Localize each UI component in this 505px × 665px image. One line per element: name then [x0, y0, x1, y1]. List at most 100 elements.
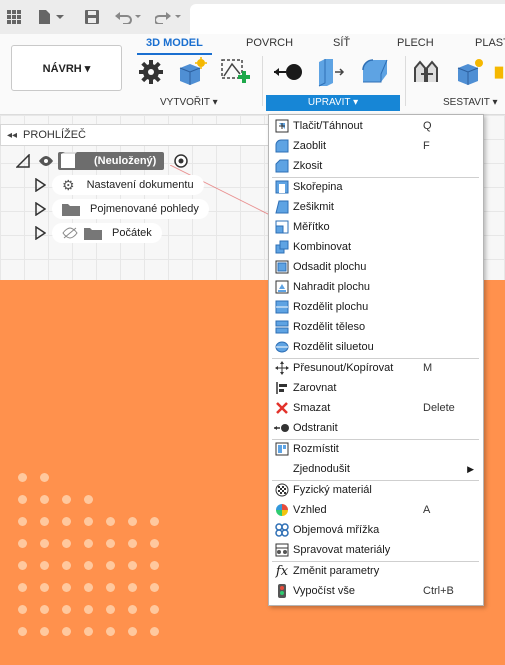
- menu-item-press-pull[interactable]: Tlačit/Táhnout Q: [269, 116, 483, 136]
- menu-item-label: Spravovat materiály: [293, 544, 391, 556]
- decorative-dot: [62, 517, 71, 526]
- apps-grid-icon[interactable]: [4, 7, 24, 27]
- ribbon: NÁVRH ▾ 3D MODEL POVRCH SÍŤ PLECH PLAST …: [0, 34, 505, 115]
- component-icon: [61, 152, 77, 168]
- menu-item-shortcut: Ctrl+B: [423, 585, 454, 597]
- menu-item-shell[interactable]: Skořepina: [269, 177, 483, 197]
- expand-triangle-icon[interactable]: [34, 178, 46, 192]
- collapse-browser-icon[interactable]: ◂◂: [7, 130, 17, 141]
- decorative-dot: [106, 539, 115, 548]
- menu-item-simplify[interactable]: Zjednodušit ▶: [269, 459, 483, 479]
- menu-item-label: Fyzický materiál: [293, 484, 372, 496]
- tab-sheet-metal[interactable]: PLECH: [397, 37, 434, 53]
- document-tab[interactable]: [190, 4, 505, 34]
- menu-item-remove[interactable]: Odstranit: [269, 418, 483, 438]
- save-icon[interactable]: [82, 7, 102, 27]
- decorative-dot: [18, 583, 27, 592]
- redo-icon[interactable]: [154, 7, 184, 27]
- quick-access-toolbar: [0, 0, 505, 34]
- browser-item-label: Počátek: [112, 227, 152, 239]
- more-assemble-icon[interactable]: [493, 56, 505, 88]
- collapse-triangle-icon[interactable]: [16, 154, 30, 168]
- expand-triangle-icon[interactable]: [34, 226, 46, 240]
- new-assembly-component-icon[interactable]: [454, 56, 486, 88]
- browser-root-row[interactable]: (Neuložený): [16, 151, 189, 171]
- remove-tool-icon[interactable]: [272, 56, 304, 88]
- decorative-dot: [18, 561, 27, 570]
- menu-item-move-copy[interactable]: Přesunout/Kopírovat M: [269, 358, 483, 378]
- move-copy-icon: [274, 360, 290, 376]
- menu-item-offset-face[interactable]: Odsadit plochu: [269, 257, 483, 277]
- menu-item-fillet[interactable]: Zaoblit F: [269, 136, 483, 156]
- menu-item-label: Nahradit plochu: [293, 281, 371, 293]
- menu-item-split-body[interactable]: Rozdělit těleso: [269, 317, 483, 337]
- menu-item-split-face[interactable]: Rozdělit plochu: [269, 297, 483, 317]
- browser-item-document-settings[interactable]: ⚙ Nastavení dokumentu: [34, 175, 204, 195]
- tab-surface[interactable]: POVRCH: [246, 37, 293, 53]
- visibility-eye-icon[interactable]: [38, 155, 54, 167]
- create-sketch-icon[interactable]: [219, 56, 251, 88]
- browser-item-origin[interactable]: Počátek: [34, 223, 162, 243]
- decorative-dot: [150, 561, 159, 570]
- menu-item-label: Skořepina: [293, 181, 343, 193]
- menu-item-scale[interactable]: Měřítko: [269, 217, 483, 237]
- decorative-dot: [84, 539, 93, 548]
- menu-item-arrange[interactable]: Rozmístit: [269, 439, 483, 459]
- menu-item-combine[interactable]: Kombinovat: [269, 237, 483, 257]
- menu-item-label: Změnit parametry: [293, 565, 380, 577]
- decorative-dot: [128, 517, 137, 526]
- menu-item-delete[interactable]: Smazat Delete: [269, 398, 483, 418]
- joint-tool-icon[interactable]: [412, 56, 444, 88]
- menu-item-draft[interactable]: Zešikmit: [269, 197, 483, 217]
- folder-icon: [62, 204, 80, 216]
- chamfer-icon: [274, 158, 290, 174]
- decorative-dot: [128, 561, 137, 570]
- browser-item-label: Pojmenované pohledy: [90, 203, 199, 215]
- menu-item-shortcut: A: [423, 504, 431, 516]
- menu-item-shortcut: Q: [423, 120, 432, 132]
- menu-item-silhouette-split[interactable]: Rozdělit siluetou: [269, 337, 483, 357]
- menu-item-chamfer[interactable]: Zkosit: [269, 156, 483, 176]
- decorative-dot: [18, 627, 27, 636]
- press-pull-tool-icon[interactable]: [315, 56, 347, 88]
- menu-item-physical-material[interactable]: Fyzický materiál: [269, 480, 483, 500]
- menu-item-volumetric-lattice[interactable]: Objemová mřížka: [269, 520, 483, 540]
- menu-item-align[interactable]: Zarovnat: [269, 378, 483, 398]
- file-icon[interactable]: [36, 7, 66, 27]
- menu-item-manage-materials[interactable]: Spravovat materiály: [269, 540, 483, 560]
- group-modify-label[interactable]: UPRAVIT ▾: [266, 95, 400, 111]
- hidden-eye-icon[interactable]: [62, 227, 78, 239]
- decorative-dot: [150, 539, 159, 548]
- tab-plastic[interactable]: PLAST: [475, 37, 505, 53]
- tab-3d-model[interactable]: 3D MODEL: [137, 37, 212, 55]
- decorative-dot: [150, 627, 159, 636]
- menu-item-change-parameters[interactable]: fx Změnit parametry: [269, 561, 483, 581]
- manage-materials-icon: [274, 542, 290, 558]
- decorative-dot: [18, 495, 27, 504]
- tab-mesh[interactable]: SÍŤ: [333, 37, 350, 53]
- undo-icon[interactable]: [114, 7, 144, 27]
- decorative-dot: [18, 517, 27, 526]
- menu-item-appearance[interactable]: Vzhled A: [269, 500, 483, 520]
- decorative-dot: [150, 605, 159, 614]
- browser-header: ◂◂ PROHLÍŽEČ: [0, 124, 272, 146]
- menu-item-replace-face[interactable]: Nahradit plochu: [269, 277, 483, 297]
- workspace-selector[interactable]: NÁVRH ▾: [11, 45, 122, 91]
- decorative-dot: [62, 627, 71, 636]
- menu-item-compute-all[interactable]: Vypočíst vše Ctrl+B: [269, 581, 483, 601]
- split-face-icon: [274, 299, 290, 315]
- group-assemble-label[interactable]: SESTAVIT ▾: [443, 97, 497, 108]
- activate-radio-icon[interactable]: [174, 154, 189, 168]
- decorative-dot: [18, 473, 27, 482]
- browser-item-named-views[interactable]: Pojmenované pohledy: [34, 199, 209, 219]
- fillet-tool-icon[interactable]: [359, 56, 391, 88]
- group-create-label[interactable]: VYTVOŘIT ▾: [160, 97, 218, 108]
- expand-triangle-icon[interactable]: [34, 202, 46, 216]
- new-component-icon[interactable]: [176, 56, 208, 88]
- submenu-arrow-icon: ▶: [467, 463, 474, 474]
- browser-title: PROHLÍŽEČ: [23, 129, 87, 141]
- root-component-label-box[interactable]: (Neuložený): [58, 152, 165, 170]
- menu-item-label: Zešikmit: [293, 201, 334, 213]
- menu-item-label: Objemová mřížka: [293, 524, 380, 536]
- gear-icon[interactable]: [135, 56, 167, 88]
